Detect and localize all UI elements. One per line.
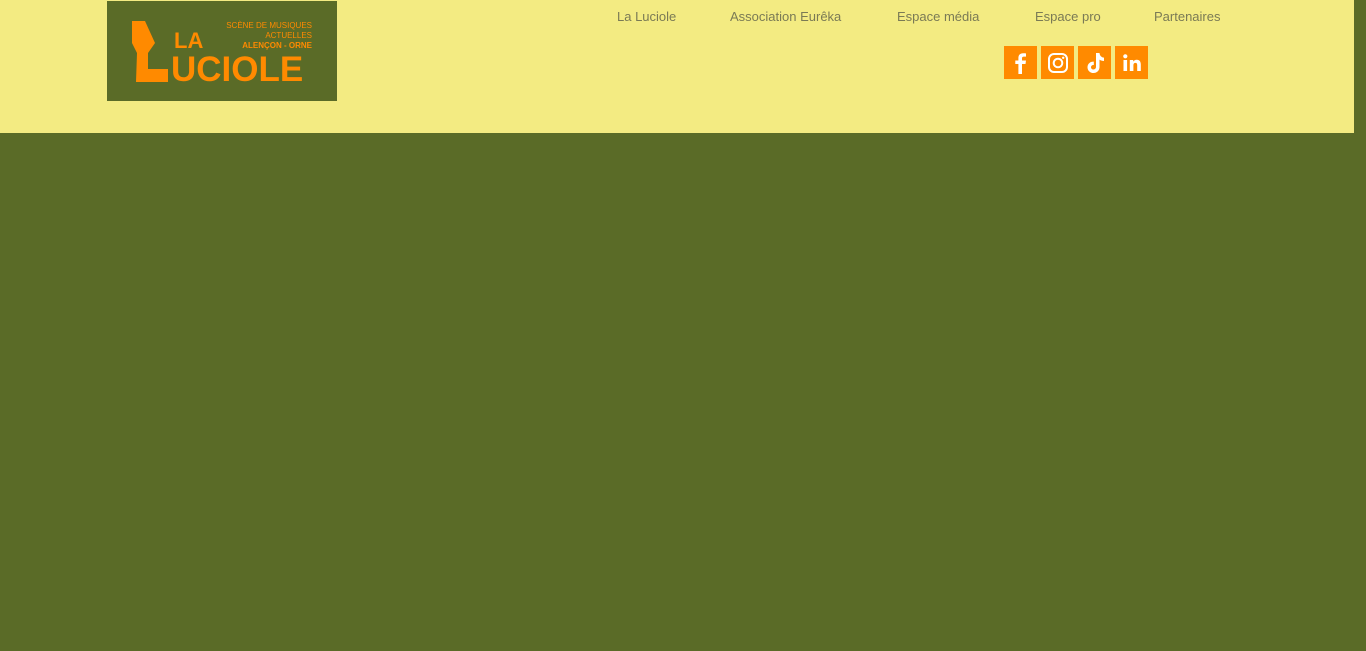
nav-item-espace-pro[interactable]: Espace pro [1035,9,1101,25]
tiktok-icon[interactable] [1078,46,1111,79]
page: LA UCIOLE SCÈNE DE MUSIQUES ACTUELLES AL… [0,0,1366,651]
social-bar [1004,46,1148,79]
nav-item-espace-media[interactable]: Espace média [897,9,979,25]
nav-item-la-luciole[interactable]: La Luciole [617,9,676,25]
instagram-icon[interactable] [1041,46,1074,79]
logo-tagline-1: SCÈNE DE MUSIQUES [226,21,312,30]
logo-tagline-2: ACTUELLES [265,31,312,40]
linkedin-icon[interactable] [1115,46,1148,79]
nav-item-partenaires[interactable]: Partenaires [1154,9,1220,25]
site-header: LA UCIOLE SCÈNE DE MUSIQUES ACTUELLES AL… [0,0,1354,133]
facebook-icon[interactable] [1004,46,1037,79]
logo-tagline-3: ALENÇON - ORNE [242,41,312,50]
logo-name: UCIOLE [171,50,303,89]
nav-item-association-eureka[interactable]: Association Eurêka [730,9,841,25]
header-right-edge [1354,0,1366,133]
site-logo[interactable]: LA UCIOLE SCÈNE DE MUSIQUES ACTUELLES AL… [107,1,337,101]
logo-l-mark [132,21,168,82]
